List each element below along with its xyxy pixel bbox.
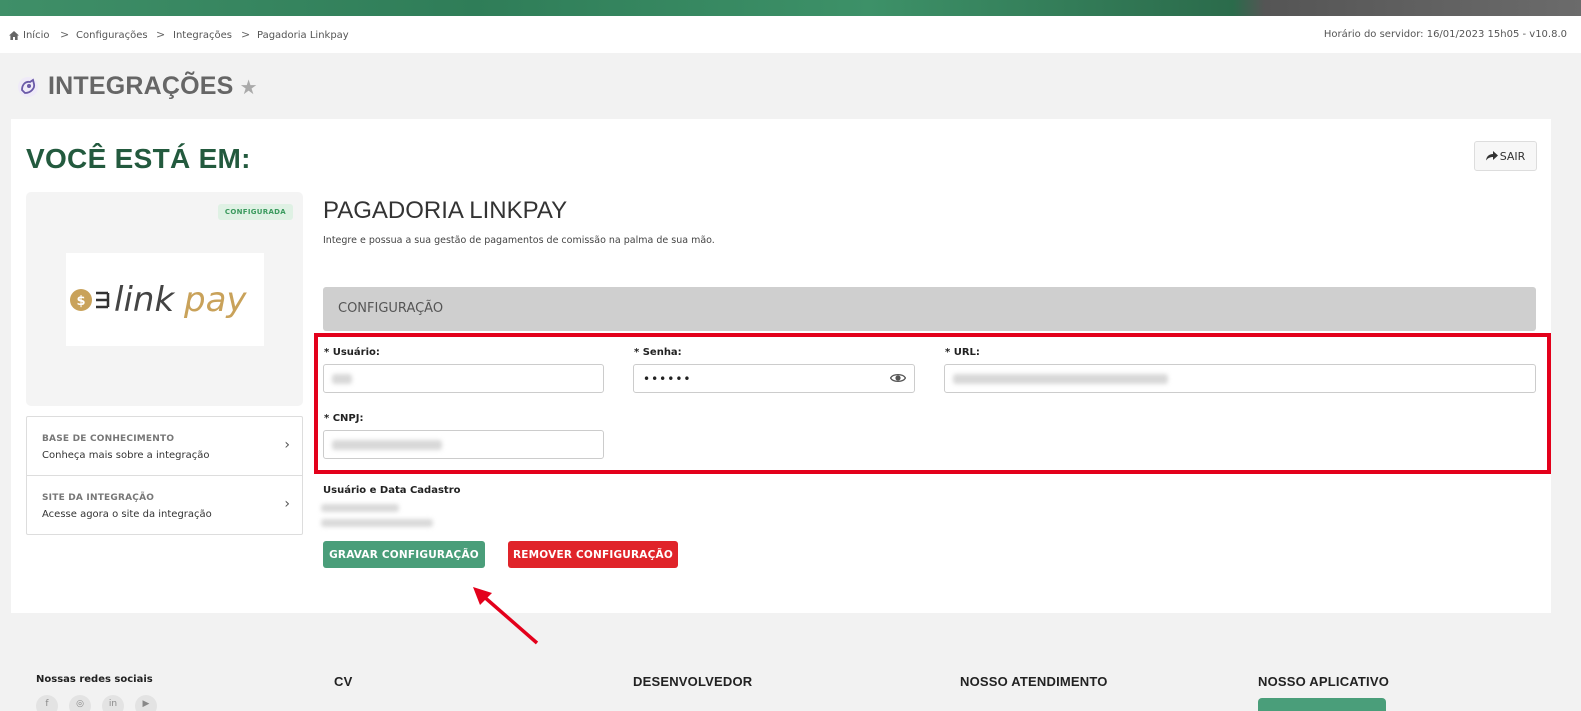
page-header: INTEGRAÇÕES ★ (16, 72, 258, 101)
url-value-redacted (953, 374, 1168, 384)
chevron-right-icon: > (156, 28, 166, 41)
integration-site-title: SITE DA INTEGRAÇÃO (42, 493, 155, 503)
chevron-right-icon: › (284, 496, 290, 512)
breadcrumb-home[interactable]: Início (9, 30, 49, 41)
breadcrumb-integracoes[interactable]: Integrações (173, 30, 232, 41)
breadcrumb-configuracoes[interactable]: Configurações (76, 30, 148, 41)
url-label: * URL: (945, 347, 980, 358)
footer-developer: DESENVOLVEDOR (633, 674, 753, 689)
top-accent-bar (0, 0, 1581, 16)
exit-button[interactable]: SAIR (1474, 141, 1537, 171)
you-are-in-heading: VOCÊ ESTÁ EM: (26, 143, 251, 174)
footer-support: NOSSO ATENDIMENTO (960, 674, 1108, 689)
side-links: BASE DE CONHECIMENTO Conheça mais sobre … (26, 416, 303, 535)
senha-input[interactable]: •••••• (633, 364, 915, 393)
home-icon (9, 31, 19, 40)
breadcrumb-current: Pagadoria Linkpay (257, 30, 349, 41)
annotation-arrow (473, 587, 539, 645)
integration-title: PAGADORIA LINKPAY (323, 197, 568, 224)
integrations-icon (18, 76, 38, 97)
status-badge: CONFIGURADA (217, 204, 293, 220)
facebook-icon[interactable]: f (36, 695, 58, 711)
page-title: INTEGRAÇÕES (48, 72, 234, 100)
instagram-icon[interactable]: ◎ (69, 695, 91, 711)
footer-cv: CV (334, 674, 353, 689)
cnpj-value-redacted (332, 440, 442, 450)
knowledge-base-subtitle: Conheça mais sobre a integração (42, 450, 210, 461)
usuario-label: * Usuário: (324, 347, 380, 358)
logo-text-pay: pay (183, 280, 247, 320)
chevron-right-icon: › (284, 437, 290, 453)
footer-social-title: Nossas redes sociais (36, 674, 153, 685)
knowledge-base-title: BASE DE CONHECIMENTO (42, 434, 175, 444)
chevron-right-icon: > (60, 28, 70, 41)
cnpj-input[interactable] (323, 430, 604, 459)
linkpay-logo-graphic: $ link pay (70, 280, 247, 320)
integration-site-link[interactable]: SITE DA INTEGRAÇÃO Acesse agora o site d… (27, 476, 302, 534)
config-section-header: CONFIGURAÇÃO (323, 287, 1536, 331)
logo-text-link: link (114, 280, 175, 320)
usuario-value-redacted (332, 374, 352, 384)
breadcrumb: Início > Configurações > Integrações > P… (0, 16, 1581, 53)
remove-config-button[interactable]: REMOVER CONFIGURAÇÃO (508, 541, 678, 568)
usuario-input[interactable] (323, 364, 604, 393)
favorite-star-icon[interactable]: ★ (240, 75, 258, 99)
senha-label: * Senha: (634, 347, 682, 358)
integration-logo-panel: CONFIGURADA $ link pay (26, 192, 303, 406)
save-config-button[interactable]: GRAVAR CONFIGURAÇÃO (323, 541, 485, 568)
eye-icon[interactable] (890, 371, 906, 385)
linkpay-logo: $ link pay (66, 253, 264, 346)
exit-label: SAIR (1499, 149, 1526, 163)
senha-value: •••••• (643, 372, 692, 386)
integration-site-subtitle: Acesse agora o site da integração (42, 509, 212, 520)
integration-card: VOCÊ ESTÁ EM: SAIR CONFIGURADA $ link pa… (11, 119, 1551, 613)
integration-description: Integre e possua a sua gestão de pagamen… (323, 235, 715, 246)
meta-date-redacted (321, 519, 433, 527)
breadcrumb-home-label: Início (23, 30, 50, 41)
config-section-title: CONFIGURAÇÃO (338, 301, 444, 316)
footer-app: NOSSO APLICATIVO (1258, 674, 1390, 689)
coin-symbol: $ (76, 294, 85, 309)
chevron-right-icon: > (241, 28, 251, 41)
meta-label: Usuário e Data Cadastro (323, 485, 461, 496)
linkedin-icon[interactable]: in (102, 695, 124, 711)
knowledge-base-link[interactable]: BASE DE CONHECIMENTO Conheça mais sobre … (27, 417, 302, 475)
share-arrow-icon (1485, 151, 1498, 161)
url-input[interactable] (944, 364, 1536, 393)
youtube-icon[interactable]: ▶ (135, 695, 157, 711)
cnpj-label: * CNPJ: (324, 413, 364, 424)
server-time: Horário do servidor: 16/01/2023 15h05 - … (1323, 29, 1567, 40)
meta-user-redacted (321, 504, 399, 512)
app-download-button[interactable] (1258, 698, 1386, 711)
